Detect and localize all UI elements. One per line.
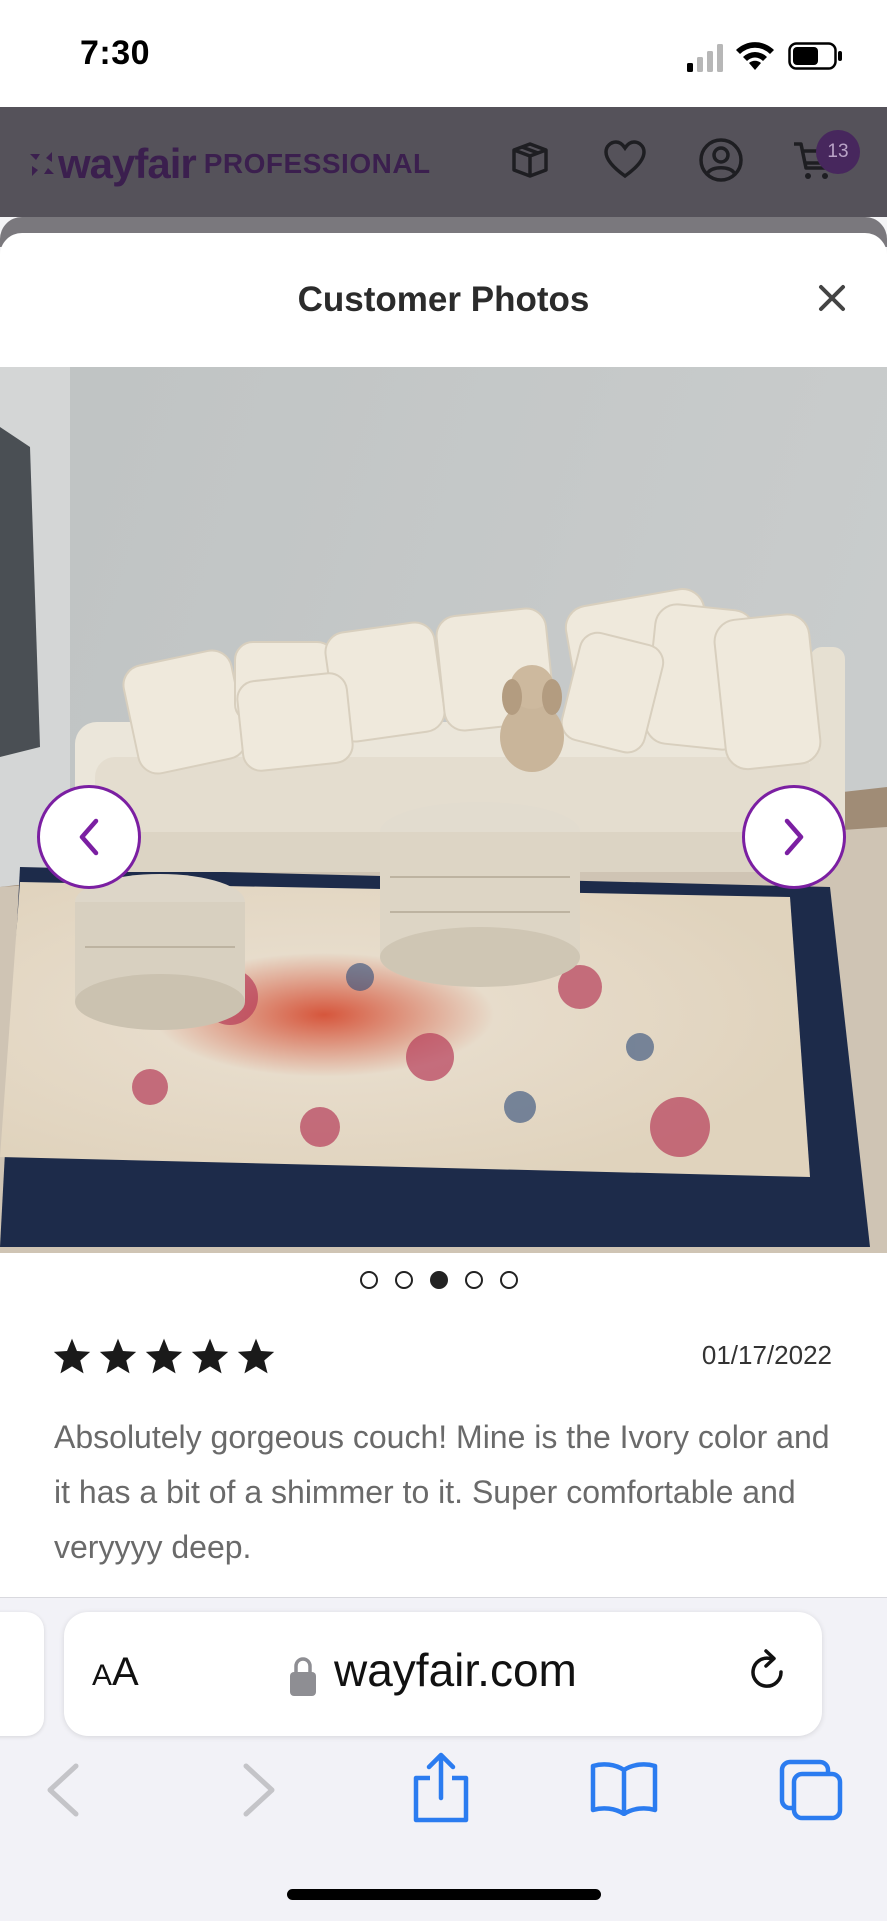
battery-icon (788, 42, 842, 70)
home-indicator (287, 1889, 601, 1900)
tabs-icon[interactable] (778, 1758, 844, 1822)
cart-count-badge: 13 (816, 130, 860, 174)
signal-icon (687, 44, 723, 72)
previous-photo-button[interactable] (37, 785, 141, 889)
modal-title: Customer Photos (297, 280, 590, 319)
reader-options-button[interactable]: AA (92, 1650, 139, 1695)
previous-tab-peek[interactable] (0, 1612, 44, 1736)
share-icon[interactable] (410, 1752, 472, 1824)
review-date: 01/17/2022 (701, 1340, 832, 1370)
star-icon (145, 1338, 183, 1374)
pagination-dot[interactable] (360, 1271, 378, 1289)
wifi-icon (736, 42, 774, 70)
review-text: Absolutely gorgeous couch! Mine is the I… (54, 1419, 830, 1565)
photo-pagination (360, 1271, 518, 1289)
lock-icon (290, 1657, 316, 1696)
next-photo-button[interactable] (742, 785, 846, 889)
bookmarks-icon[interactable] (589, 1760, 659, 1816)
wayfair-pinwheel-icon (30, 152, 54, 176)
pagination-dot[interactable] (465, 1271, 483, 1289)
chevron-left-icon (79, 818, 99, 856)
aa-small: A (92, 1659, 113, 1692)
logo-professional: PROFESSIONAL (203, 148, 431, 179)
forward-icon[interactable] (226, 1760, 286, 1820)
gift-box-icon[interactable] (506, 136, 554, 184)
account-icon[interactable] (697, 136, 745, 184)
wayfair-professional-logo[interactable]: wayfair PROFESSIONAL (26, 140, 431, 188)
star-icon (191, 1338, 229, 1374)
star-icon (53, 1338, 91, 1374)
pagination-dot[interactable] (500, 1271, 518, 1289)
back-icon[interactable] (36, 1760, 96, 1820)
logo-wordmark: wayfair (58, 140, 197, 187)
pagination-dot-active[interactable] (430, 1271, 448, 1289)
star-rating (52, 1337, 276, 1375)
chevron-right-icon (784, 818, 804, 856)
status-time: 7:30 (80, 34, 151, 72)
heart-icon[interactable] (601, 136, 649, 184)
pagination-dot[interactable] (395, 1271, 413, 1289)
reload-icon[interactable] (744, 1647, 790, 1697)
close-icon[interactable] (815, 281, 849, 315)
star-icon (99, 1338, 137, 1374)
url-text[interactable]: wayfair.com (334, 1643, 577, 1697)
star-icon (237, 1338, 275, 1374)
aa-large: A (112, 1650, 139, 1694)
